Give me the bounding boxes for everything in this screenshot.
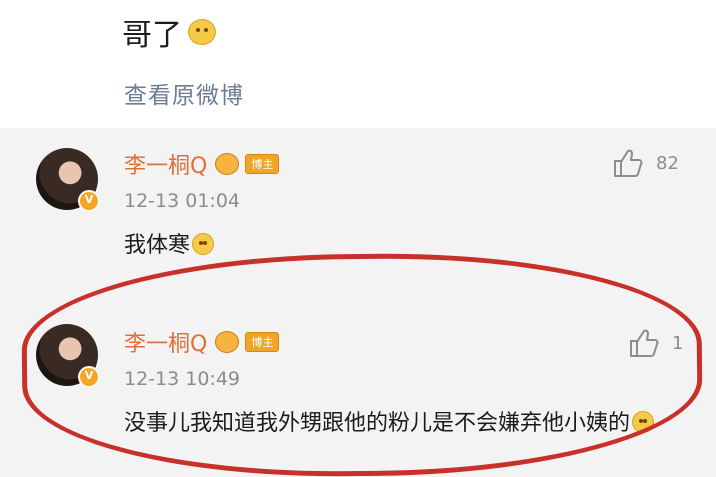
thumbs-up-icon bbox=[630, 329, 659, 357]
username[interactable]: 李一桐Q bbox=[124, 326, 207, 358]
timestamp: 12-13 01:04 bbox=[124, 190, 241, 212]
name-row: 李一桐Q 博主 bbox=[124, 326, 280, 358]
fan-emoji-icon bbox=[215, 331, 240, 353]
like-count: 82 bbox=[656, 152, 679, 174]
comment-item: 李一桐Q 博主 12-13 01:04 我体寒 82 bbox=[0, 128, 716, 298]
comment-item: 李一桐Q 博主 12-13 10:49 没事儿我知道我外甥跟他的粉儿是不会嫌弃他… bbox=[0, 304, 716, 477]
fan-emoji-icon bbox=[215, 153, 240, 175]
author-badge: 博主 bbox=[245, 154, 280, 174]
smile-emoji-icon bbox=[632, 411, 655, 433]
like-button[interactable]: 1 bbox=[628, 328, 683, 358]
comment-text-content: 没事儿我知道我外甥跟他的粉儿是不会嫌弃他小姨的 bbox=[124, 411, 631, 436]
post-text-content: 哥了 bbox=[122, 18, 182, 53]
author-badge: 博主 bbox=[245, 332, 280, 352]
view-original-link[interactable]: 查看原微博 bbox=[124, 76, 244, 110]
username[interactable]: 李一桐Q bbox=[124, 148, 207, 180]
smile-emoji-icon bbox=[192, 233, 215, 255]
like-button[interactable]: 82 bbox=[612, 148, 679, 178]
thumbs-up-icon bbox=[614, 149, 643, 177]
post-text: 哥了 bbox=[122, 10, 216, 54]
comment-list: 李一桐Q 博主 12-13 01:04 我体寒 82 李一桐Q 博主 12-13… bbox=[0, 128, 716, 477]
like-count: 1 bbox=[672, 332, 684, 354]
verified-badge-icon bbox=[78, 366, 100, 388]
verified-badge-icon bbox=[78, 190, 100, 212]
comment-text-content: 我体寒 bbox=[124, 233, 191, 258]
name-row: 李一桐Q 博主 bbox=[124, 148, 280, 180]
post-tail: 哥了 查看原微博 bbox=[0, 0, 716, 128]
timestamp: 12-13 10:49 bbox=[124, 368, 241, 390]
comment-text: 我体寒 bbox=[124, 228, 215, 264]
comment-text: 没事儿我知道我外甥跟他的粉儿是不会嫌弃他小姨的 bbox=[124, 406, 694, 442]
laughing-emoji-icon bbox=[188, 19, 216, 45]
